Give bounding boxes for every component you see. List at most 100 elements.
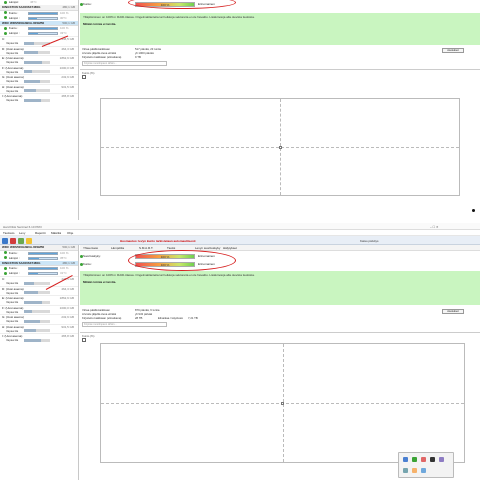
notice-text: Huomautus: levyn kunto tarkistetaan auto… xyxy=(120,239,196,243)
title-bar: Hard Disk Sentinel 6.10 PRO – ☐ ✕ xyxy=(0,223,480,230)
tray-icon[interactable] xyxy=(430,457,435,462)
ok-status-icon xyxy=(4,0,7,4)
main-panel: Yhteenveto Lämpötila S.M.A.R.T. Tiedot Levyn… xyxy=(80,245,480,480)
tray-icon[interactable] xyxy=(439,457,444,462)
ok-status-icon xyxy=(4,251,7,255)
metric-label: Kunto : xyxy=(8,26,19,30)
data-point xyxy=(281,401,284,405)
free-space-label: Vapaa tila xyxy=(6,60,19,64)
screenshot-bottom: Hard Disk Sentinel 6.10 PRO – ☐ ✕ Tiedos… xyxy=(0,223,480,480)
tray-icon[interactable] xyxy=(421,468,426,473)
drive-name: KINGSTON SA400S37480G xyxy=(2,260,41,265)
menu-item[interactable]: Ohje xyxy=(67,231,73,235)
settings-button[interactable]: Asetukset xyxy=(442,48,464,53)
metric-bar xyxy=(28,11,58,15)
row-label: Lämpö: xyxy=(8,0,19,4)
window-title: Hard Disk Sentinel 6.10 PRO xyxy=(3,224,42,229)
summary-action-text: Mitään toimia ei tarvita. xyxy=(83,280,117,284)
metric-label: Lämpö : xyxy=(8,255,20,260)
free-space-label: Vapaa tila xyxy=(6,300,19,304)
metric-label: Kunto : xyxy=(8,10,19,15)
tray-icon[interactable] xyxy=(412,457,417,462)
info-label: Kirjoitettu kaikkiaan (elinaikana) xyxy=(82,55,122,59)
tray-icon[interactable] xyxy=(403,468,408,473)
info-value: 28 TB xyxy=(135,316,143,320)
status-label: Suorituskyky: xyxy=(83,254,101,258)
health-chart-panel: Kunto (%) xyxy=(80,69,480,220)
info-extra-value: 7,21 TB xyxy=(188,316,198,320)
metric-label: Lämpö : xyxy=(8,31,20,35)
refresh-icon[interactable] xyxy=(10,237,16,244)
settings-button[interactable]: Asetukset xyxy=(442,309,464,314)
free-space-bar xyxy=(24,51,50,55)
health-summary-box: Ylläpitäminen on 100%:n RAID-tilassa. On… xyxy=(80,13,480,45)
health-summary-box: Ylläpitäminen on 100%:n RAID-tilassa. On… xyxy=(80,271,480,305)
chart-export-icon[interactable] xyxy=(82,75,86,79)
device-sidebar: WDC WDS500G2B0A-00SM50 500,1 GB Kunto : … xyxy=(0,245,79,480)
free-space-label: Vapaa tila xyxy=(6,319,19,323)
metric-label: Kunto : xyxy=(8,266,19,270)
metric-label: Kunto : xyxy=(8,250,19,255)
free-space-label: Vapaa tila xyxy=(6,328,19,333)
metric-bar xyxy=(28,32,58,35)
menu-item[interactable]: Levy xyxy=(19,231,25,235)
free-space-bar xyxy=(24,60,50,64)
free-space-label: Vapaa tila xyxy=(6,309,19,314)
note-input[interactable]: Kirjoita muistiinpano tähän… xyxy=(82,61,167,66)
summary-action-text: Mitään toimia ei tarvita. xyxy=(83,22,117,26)
tab-item[interactable]: Hälytykset xyxy=(223,246,237,250)
free-space-bar xyxy=(24,310,50,314)
ok-status-icon xyxy=(4,266,7,270)
free-space-label: Vapaa tila xyxy=(6,88,19,93)
ok-status-icon xyxy=(4,271,7,275)
free-space-bar xyxy=(24,79,50,83)
menu-item[interactable]: Raportti xyxy=(35,231,46,235)
toolbar: Huomautus: levyn kunto tarkistetaan auto… xyxy=(0,236,480,245)
tray-icon[interactable] xyxy=(421,457,426,462)
status-label: Kunto: xyxy=(83,2,92,6)
tray-icon[interactable] xyxy=(412,468,417,473)
metric-label: Lämpö : xyxy=(8,271,20,275)
free-space-bar xyxy=(24,98,50,102)
metric-bar xyxy=(28,267,58,270)
free-space-label: Vapaa tila xyxy=(6,338,19,342)
tab-item[interactable]: Lämpötila xyxy=(111,246,124,250)
tab-bar: Yhteenveto Lämpötila S.M.A.R.T. Tiedot Levyn… xyxy=(80,245,480,251)
tray-icon[interactable] xyxy=(403,457,408,462)
metric-label: Lämpö : xyxy=(8,15,20,20)
update-link[interactable]: Katso päivitys xyxy=(360,239,379,243)
free-space-label: Vapaa tila xyxy=(6,69,19,74)
device-sidebar: Lämpö: 46°C KINGSTON SA400S37480G 480,1 … xyxy=(0,0,79,220)
app-icon xyxy=(2,237,8,244)
drive-name: WDC WDS500G2B0A-00SM50 xyxy=(2,20,45,25)
drive-name: WDC WDS500G2B0A-00SM50 xyxy=(2,245,45,249)
menu-item[interactable]: Tiedosto xyxy=(3,231,14,235)
volume-free-row: Vapaa tila xyxy=(0,338,78,343)
free-space-bar xyxy=(24,281,50,285)
free-space-label: Vapaa tila xyxy=(6,79,19,83)
ok-status-icon xyxy=(4,16,7,20)
metric-bar xyxy=(28,16,58,20)
menu-item[interactable]: Määritä xyxy=(51,231,61,235)
metric-bar xyxy=(28,256,58,260)
metric-bar xyxy=(28,251,58,255)
free-space-label: Vapaa tila xyxy=(6,98,19,102)
window-controls[interactable]: – ☐ ✕ xyxy=(430,225,439,229)
free-space-bar xyxy=(24,89,50,93)
note-input[interactable]: Kirjoita muistiinpano tähän… xyxy=(82,322,167,327)
info-value: 9 TB xyxy=(135,55,141,59)
health-chart-plot xyxy=(100,98,460,196)
free-space-label: Vapaa tila xyxy=(6,290,19,295)
screenshot-top: Lämpö: 46°C KINGSTON SA400S37480G 480,1 … xyxy=(0,0,480,220)
free-space-bar xyxy=(24,329,50,333)
summary-text: Ylläpitäminen on 100%:n RAID-tilassa. On… xyxy=(83,15,255,19)
tab-item[interactable]: S.M.A.R.T. xyxy=(139,246,153,250)
tab-item[interactable]: Yhteenveto xyxy=(83,246,98,250)
free-space-bar xyxy=(24,300,50,304)
chart-export-icon[interactable] xyxy=(82,338,86,342)
info-label: Kirjoitettu kaikkiaan (elinaikana) xyxy=(82,316,122,320)
data-point xyxy=(278,145,282,149)
settings-icon[interactable] xyxy=(26,237,32,244)
report-icon[interactable] xyxy=(18,237,24,244)
cursor-dot xyxy=(472,209,475,212)
